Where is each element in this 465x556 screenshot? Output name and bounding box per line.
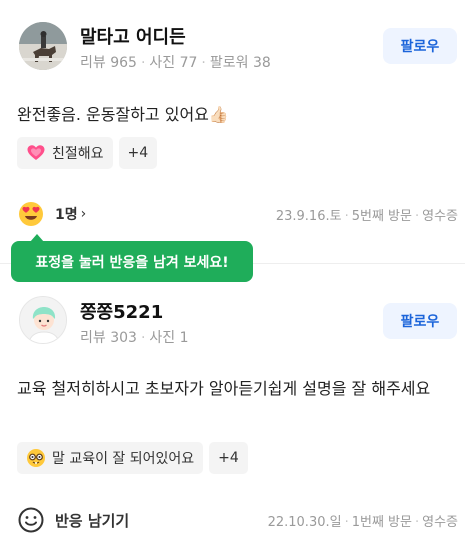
separator-dot: ·: [344, 514, 349, 530]
nerd-face-icon: [26, 448, 46, 468]
avatar-illustration: [20, 297, 66, 343]
heart-icon: [26, 143, 46, 163]
chevron-right-icon: ›: [80, 206, 87, 222]
follow-button[interactable]: 팔로우: [383, 303, 457, 339]
follower-count: 팔로워 38: [209, 55, 271, 71]
keyword-tag-label: 말 교육이 잘 되어있어요: [52, 451, 195, 467]
avatar-photo: [19, 22, 67, 70]
reviewer-name[interactable]: 쫑쫑5221: [80, 298, 163, 324]
avatar[interactable]: [19, 296, 67, 344]
keyword-tags: 친절해요 +4: [17, 137, 158, 169]
visit-count: 1번째 방문: [351, 514, 412, 530]
review-count: 리뷰 965: [80, 55, 137, 71]
tooltip-arrow: [30, 234, 44, 242]
separator-dot: ·: [414, 514, 420, 530]
separator-dot: ·: [344, 208, 349, 224]
visit-date: 23.9.16.토: [275, 208, 342, 224]
visit-meta: 22.10.30.일 · 1번째 방문 · 영수증: [268, 511, 458, 530]
reviewer-stats: 리뷰 965 · 사진 77 · 팔로워 38: [80, 52, 271, 72]
review-footer: 1명 › 23.9.16.토 · 5번째 방문 · 영수증: [17, 199, 458, 229]
avatar[interactable]: [19, 22, 67, 70]
photo-count: 사진 1: [149, 330, 189, 346]
more-tags-button[interactable]: +4: [118, 137, 158, 169]
more-tags-button[interactable]: +4: [209, 442, 248, 474]
tooltip-text: 표정을 눌러 반응을 남겨 보세요!: [35, 254, 229, 271]
reaction-tooltip[interactable]: 표정을 눌러 반응을 남겨 보세요!: [11, 234, 253, 282]
review-text[interactable]: 교육 철저히하시고 초보자가 알아듣기쉽게 설명을 잘 해주세요: [17, 375, 457, 403]
heart-eyes-icon: [17, 200, 45, 228]
reviewer-name[interactable]: 말타고 어디든: [80, 23, 186, 49]
receipt-label: 영수증: [422, 514, 458, 530]
visit-count: 5번째 방문: [351, 208, 412, 224]
separator-dot: ·: [201, 55, 206, 71]
visit-meta: 23.9.16.토 · 5번째 방문 · 영수증: [276, 205, 458, 224]
keyword-tag: 친절해요: [17, 137, 113, 169]
visit-date: 22.10.30.일: [267, 514, 342, 530]
keyword-tags: 말 교육이 잘 되어있어요 +4: [17, 442, 248, 474]
photo-count: 사진 77: [149, 55, 198, 71]
reviewer-stats: 리뷰 303 · 사진 1: [80, 327, 189, 347]
smile-icon: [17, 506, 45, 534]
review-card: 말타고 어디든 리뷰 965 · 사진 77 · 팔로워 38 팔로우 완전좋음. 운동…: [0, 0, 465, 262]
review-footer: 반응 남기기 22.10.30.일 · 1번째 방문 · 영수증: [17, 505, 458, 535]
leave-reaction-label: 반응 남기기: [55, 511, 130, 530]
review-card: 쫑쫑5221 리뷰 303 · 사진 1 팔로우 교육 철저히하시고 초보자가 알아…: [0, 280, 465, 556]
keyword-tag-label: 친절해요: [52, 146, 104, 162]
separator-dot: ·: [140, 330, 146, 346]
follow-button[interactable]: 팔로우: [383, 28, 457, 64]
review-count: 리뷰 303: [80, 330, 137, 346]
leave-reaction-button[interactable]: 반응 남기기: [17, 506, 129, 534]
separator-dot: ·: [414, 208, 420, 224]
keyword-tag: 말 교육이 잘 되어있어요: [17, 442, 204, 474]
review-text[interactable]: 완전좋음. 운동잘하고 있어요👍🏻: [17, 101, 457, 129]
reaction-count: 1명: [55, 207, 78, 223]
separator-dot: ·: [140, 55, 146, 71]
reaction-summary[interactable]: 1명 ›: [17, 200, 86, 228]
receipt-label: 영수증: [422, 208, 458, 224]
